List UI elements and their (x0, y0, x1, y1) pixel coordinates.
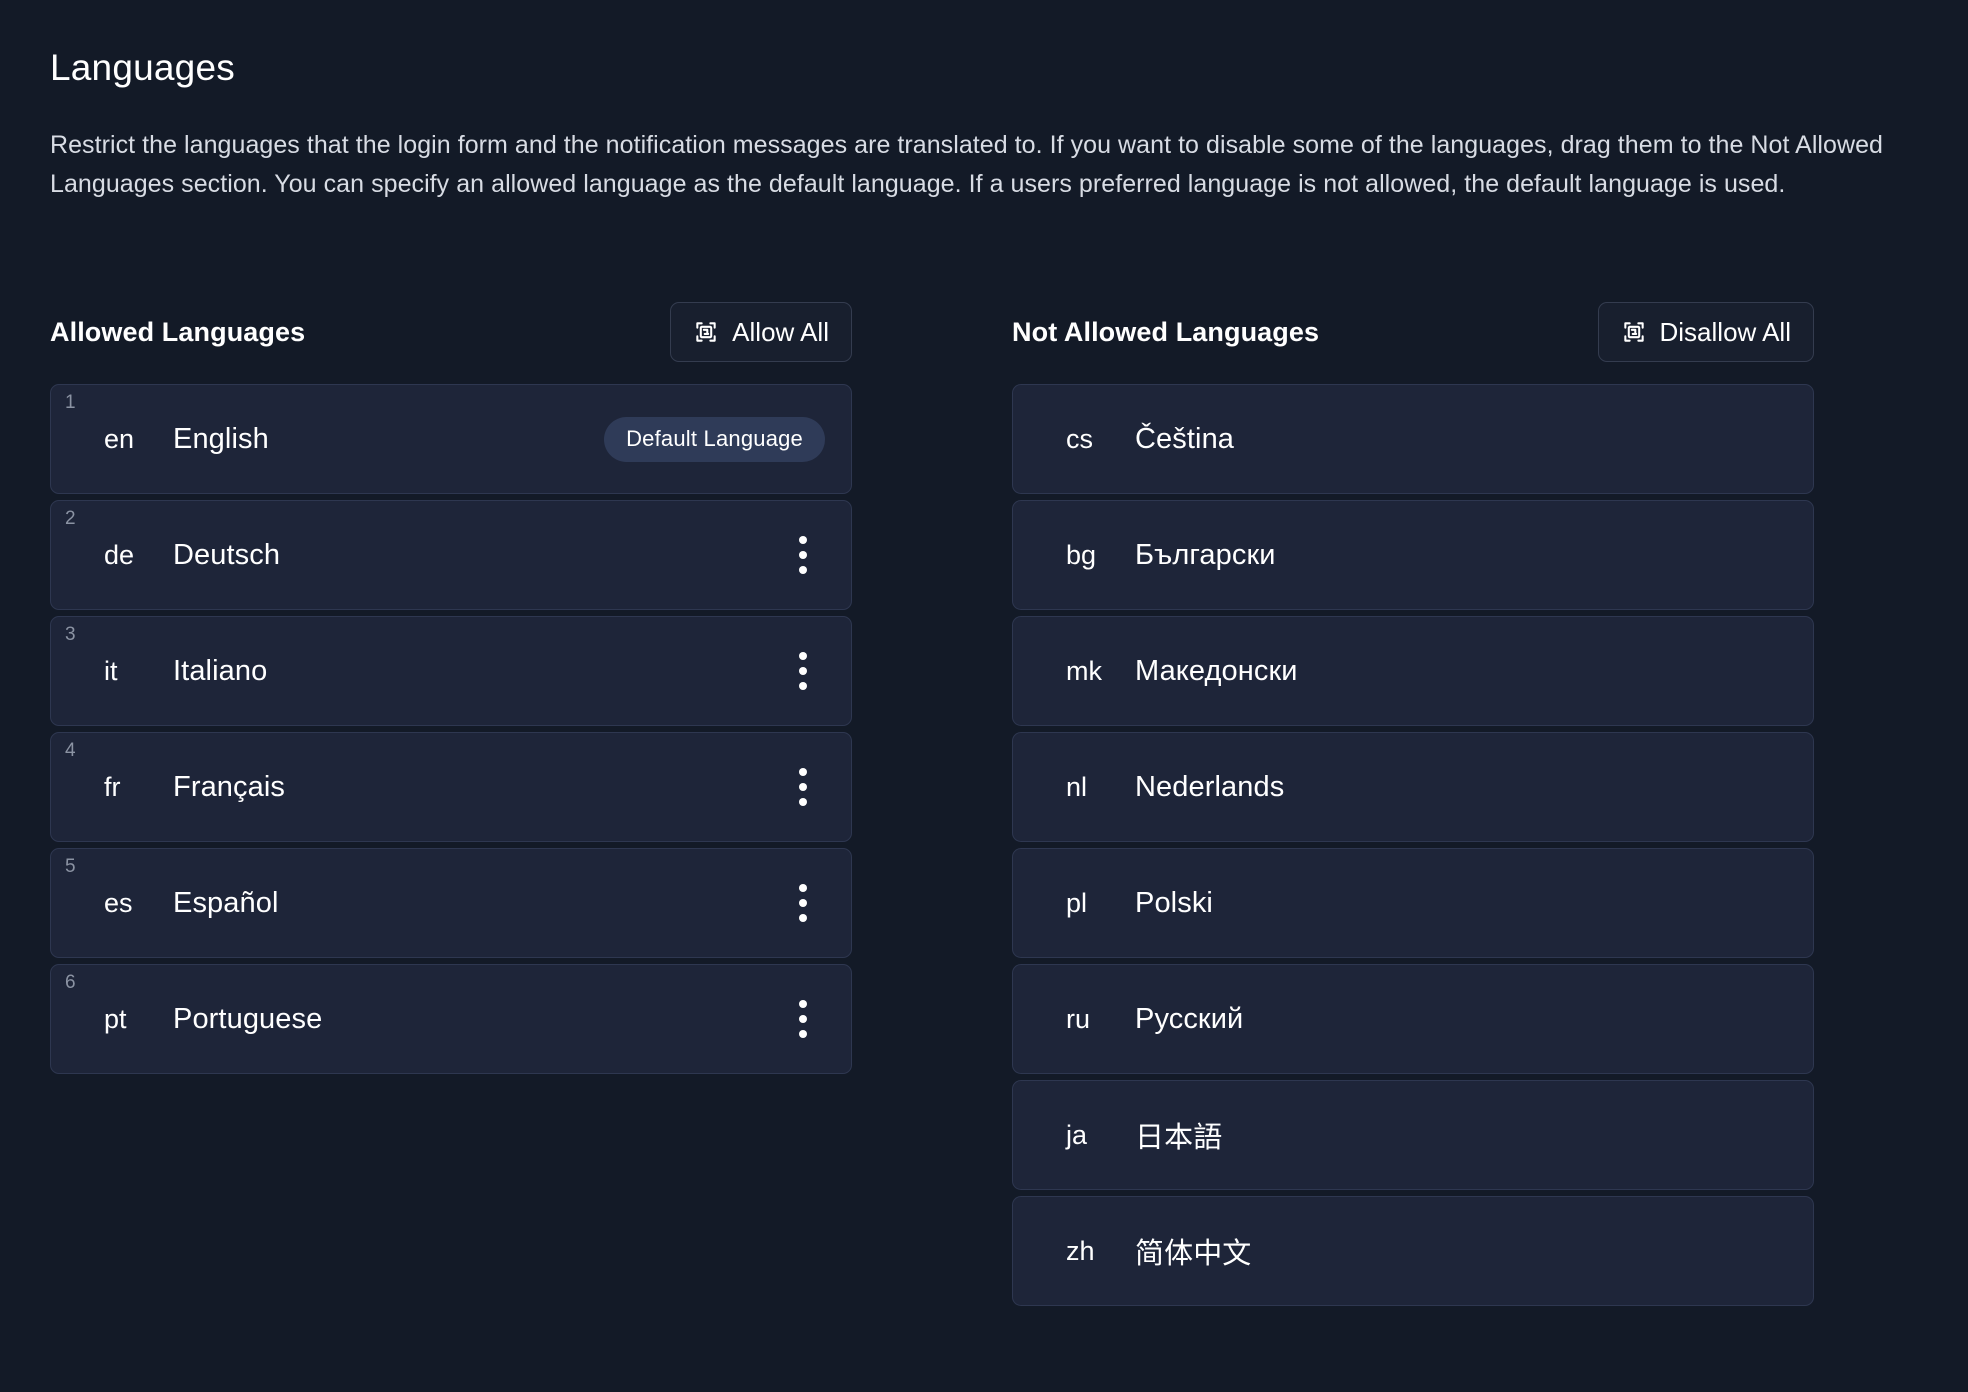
language-row-de[interactable]: 2 de Deutsch (50, 500, 852, 610)
language-row-index: 3 (65, 624, 76, 645)
kebab-menu-icon[interactable] (781, 644, 825, 698)
language-row-index: 5 (65, 856, 76, 877)
language-name: 简体中文 (1135, 1238, 1252, 1270)
allowed-languages-list: 1 en English Default Language 2 de Deutsch 3 it I… (50, 384, 852, 1074)
not-allowed-languages-header: Not Allowed Languages Disallow All (1012, 302, 1814, 362)
language-name: Italiano (173, 654, 268, 687)
language-name: Español (173, 886, 279, 919)
allow-all-button[interactable]: Allow All (670, 302, 852, 362)
language-row-index: 2 (65, 508, 76, 529)
language-row-nl[interactable]: nl Nederlands (1012, 732, 1814, 842)
language-row-mk[interactable]: mk Македонски (1012, 616, 1814, 726)
allow-all-button-label: Allow All (732, 316, 829, 347)
language-name: 日本語 (1135, 1122, 1223, 1154)
language-name: Nederlands (1135, 770, 1285, 803)
language-code: cs (1066, 423, 1093, 454)
language-code: nl (1066, 771, 1088, 802)
kebab-menu-icon[interactable] (781, 876, 825, 930)
language-code: it (104, 655, 118, 686)
language-row-index: 1 (65, 392, 76, 413)
not-allowed-languages-title: Not Allowed Languages (1012, 316, 1320, 347)
select-all-icon (693, 319, 719, 345)
allowed-languages-column: Allowed Languages Allow All 1 en English… (50, 302, 852, 1306)
language-row-ru[interactable]: ru Русский (1012, 964, 1814, 1074)
kebab-menu-icon[interactable] (781, 992, 825, 1046)
language-code: pl (1066, 887, 1088, 918)
language-code: de (104, 539, 135, 570)
language-row-ja[interactable]: ja 日本語 (1012, 1080, 1814, 1190)
not-allowed-languages-list: cs Čeština bg Български mk Македонски nl Nederl… (1012, 384, 1814, 1306)
allowed-languages-title: Allowed Languages (50, 316, 306, 347)
language-name: Български (1135, 538, 1276, 571)
language-code: mk (1066, 655, 1102, 686)
language-row-it[interactable]: 3 it Italiano (50, 616, 852, 726)
language-row-fr[interactable]: 4 fr Français (50, 732, 852, 842)
page-title: Languages (50, 47, 235, 88)
languages-settings-page: Languages Restrict the languages that th… (0, 0, 1968, 1392)
page-description: Restrict the languages that the login fo… (50, 131, 1883, 198)
language-name: Polski (1135, 886, 1213, 919)
language-code: bg (1066, 539, 1097, 570)
language-name: Русский (1135, 1002, 1244, 1035)
language-code: es (104, 887, 133, 918)
language-row-pt[interactable]: 6 pt Portuguese (50, 964, 852, 1074)
language-row-es[interactable]: 5 es Español (50, 848, 852, 958)
select-all-icon (1621, 319, 1647, 345)
disallow-all-button[interactable]: Disallow All (1597, 302, 1814, 362)
language-row-cs[interactable]: cs Čeština (1012, 384, 1814, 494)
language-row-index: 4 (65, 740, 76, 761)
language-name: Deutsch (173, 538, 281, 571)
kebab-menu-icon[interactable] (781, 528, 825, 582)
language-code: zh (1066, 1235, 1095, 1266)
not-allowed-languages-column: Not Allowed Languages Disallow All cs Če… (1012, 302, 1814, 1306)
kebab-menu-icon[interactable] (781, 760, 825, 814)
language-row-pl[interactable]: pl Polski (1012, 848, 1814, 958)
allowed-languages-header: Allowed Languages Allow All (50, 302, 852, 362)
default-language-badge: Default Language (604, 416, 825, 462)
language-code: en (104, 423, 135, 454)
language-code: pt (104, 1003, 127, 1034)
language-code: ru (1066, 1003, 1091, 1034)
language-row-bg[interactable]: bg Български (1012, 500, 1814, 610)
language-name: Français (173, 770, 285, 803)
language-name: English (173, 422, 269, 455)
language-row-en[interactable]: 1 en English Default Language (50, 384, 852, 494)
language-code: fr (104, 771, 121, 802)
language-name: Čeština (1135, 422, 1235, 455)
language-row-zh[interactable]: zh 简体中文 (1012, 1196, 1814, 1306)
language-row-index: 6 (65, 972, 76, 993)
language-name: Македонски (1135, 654, 1298, 687)
language-name: Portuguese (173, 1002, 323, 1035)
disallow-all-button-label: Disallow All (1659, 316, 1792, 347)
language-columns: Allowed Languages Allow All 1 en English… (50, 302, 1918, 1306)
language-code: ja (1066, 1119, 1088, 1150)
